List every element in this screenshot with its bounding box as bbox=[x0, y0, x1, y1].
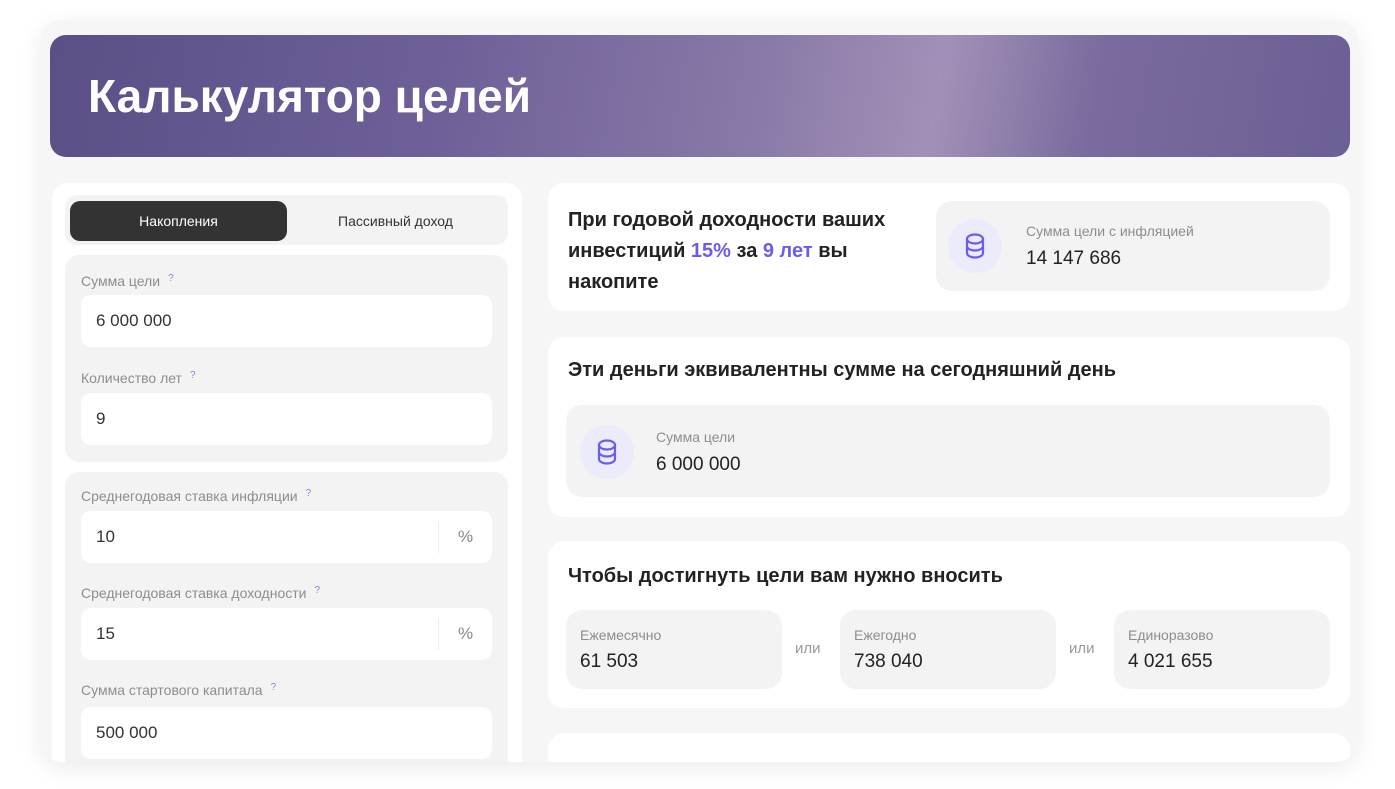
contribution-title: Чтобы достигнуть цели вам нужно вносить bbox=[568, 565, 1003, 587]
stat-label: Сумма цели с инфляцией bbox=[1026, 223, 1194, 239]
stat-value: 61 503 bbox=[580, 651, 639, 672]
years-input[interactable]: 9 bbox=[81, 393, 492, 445]
one-time-stat: Единоразово 4 021 655 bbox=[1114, 610, 1330, 689]
stat-label: Ежемесячно bbox=[580, 627, 662, 643]
present-value-card: Эти деньги эквивалентны сумме на сегодня… bbox=[548, 337, 1350, 517]
coins-icon bbox=[948, 219, 1002, 273]
percent-unit: % bbox=[438, 618, 492, 650]
tab-passive-income[interactable]: Пассивный доход bbox=[287, 201, 504, 241]
coins-icon bbox=[580, 425, 634, 479]
help-icon[interactable]: ? bbox=[190, 370, 196, 381]
inflation-goal-stat: Сумма цели с инфляцией 14 147 686 bbox=[936, 201, 1330, 291]
yield-input[interactable]: 15% bbox=[81, 608, 492, 660]
stat-label: Единоразово bbox=[1128, 627, 1214, 643]
calculator-frame: Калькулятор целей Накопления Пассивный д… bbox=[40, 20, 1358, 762]
stat-value: 4 021 655 bbox=[1128, 651, 1213, 672]
header-banner: Калькулятор целей bbox=[50, 35, 1350, 157]
next-card bbox=[548, 733, 1350, 762]
mode-tabs: Накопления Пассивный доход bbox=[65, 195, 508, 245]
or-separator: или bbox=[795, 640, 821, 657]
yearly-stat: Ежегодно 738 040 bbox=[840, 610, 1056, 689]
inflation-input[interactable]: 10% bbox=[81, 511, 492, 563]
input-panel: Накопления Пассивный доход Сумма цели? 6… bbox=[52, 183, 522, 762]
stat-label: Ежегодно bbox=[854, 627, 917, 643]
help-icon[interactable]: ? bbox=[168, 273, 174, 284]
stat-value: 6 000 000 bbox=[656, 454, 741, 475]
start-capital-label: Сумма стартового капитала? bbox=[81, 682, 277, 698]
inflation-label: Среднегодовая ставка инфляции? bbox=[81, 488, 312, 504]
page-title: Калькулятор целей bbox=[88, 70, 532, 122]
goal-sum-input[interactable]: 6 000 000 bbox=[81, 295, 492, 347]
tab-savings[interactable]: Накопления bbox=[70, 201, 287, 241]
yield-value: 15 bbox=[96, 624, 115, 643]
stat-value: 14 147 686 bbox=[1026, 248, 1122, 269]
accumulation-text: При годовой доходности ваших инвестиций … bbox=[568, 209, 886, 293]
goal-sum-label: Сумма цели? bbox=[81, 273, 174, 289]
present-value-title: Эти деньги эквивалентны сумме на сегодня… bbox=[568, 359, 1117, 381]
percent-unit: % bbox=[438, 521, 492, 553]
or-separator: или bbox=[1069, 640, 1095, 657]
start-capital-input[interactable]: 500 000 bbox=[81, 707, 492, 759]
stat-label: Сумма цели bbox=[656, 429, 736, 445]
rates-group: Среднегодовая ставка инфляции? 10% Средн… bbox=[65, 472, 508, 762]
monthly-stat: Ежемесячно 61 503 bbox=[566, 610, 782, 689]
help-icon[interactable]: ? bbox=[271, 682, 277, 693]
years-label: Количество лет? bbox=[81, 370, 196, 386]
goal-sum-stat: Сумма цели 6 000 000 bbox=[566, 405, 1330, 497]
help-icon[interactable]: ? bbox=[306, 488, 312, 499]
goal-group: Сумма цели? 6 000 000 Количество лет? 9 bbox=[65, 255, 508, 462]
contribution-card: Чтобы достигнуть цели вам нужно вносить … bbox=[548, 541, 1350, 708]
inflation-value: 10 bbox=[96, 527, 115, 546]
help-icon[interactable]: ? bbox=[314, 585, 320, 596]
accumulation-card: При годовой доходности ваших инвестиций … bbox=[548, 183, 1350, 311]
yield-label: Среднегодовая ставка доходности? bbox=[81, 585, 321, 601]
stat-value: 738 040 bbox=[854, 651, 923, 672]
